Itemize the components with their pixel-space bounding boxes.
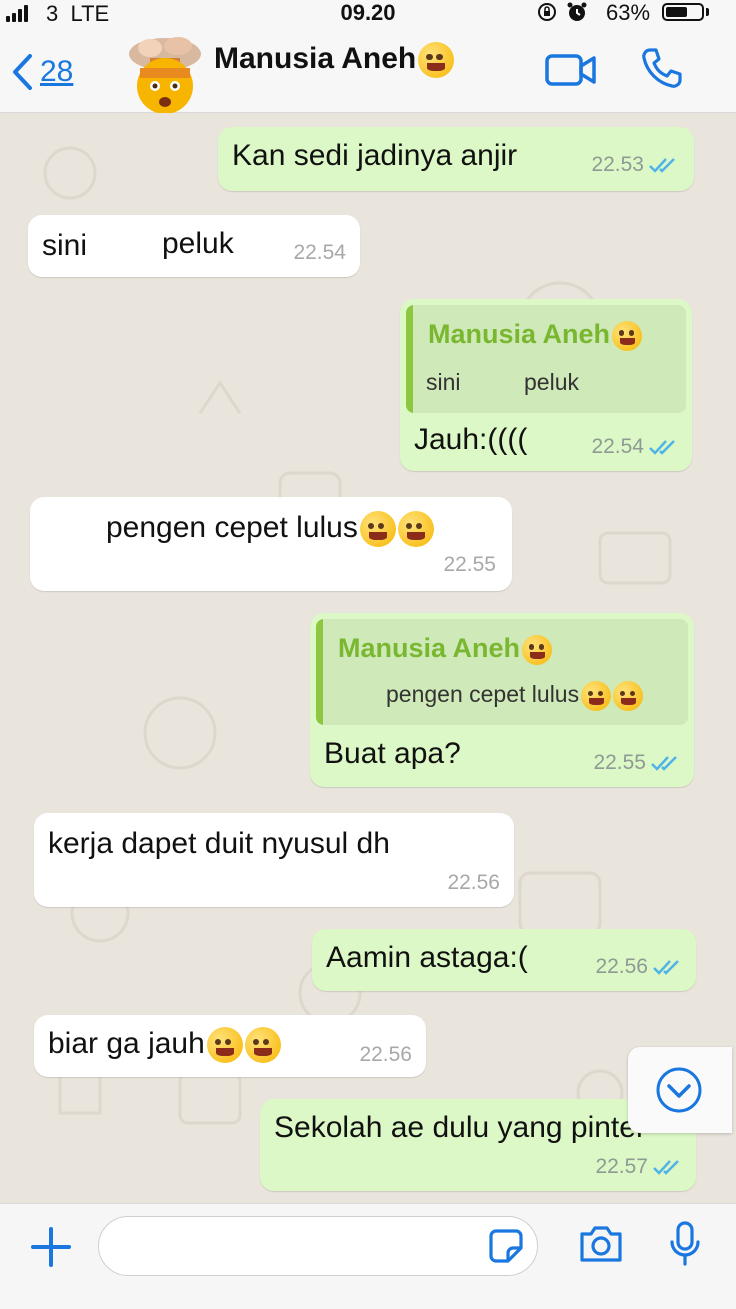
sticker-icon[interactable] [488, 1228, 524, 1264]
quoted-text: sini [426, 369, 461, 395]
scroll-down-icon [656, 1067, 702, 1113]
battery-icon [662, 3, 704, 21]
message-text: Jauh:(((( [414, 423, 528, 456]
chat-header: 28 Manusia Aneh [0, 28, 736, 114]
status-bar: 3 LTE 09.20 63% [0, 0, 736, 28]
double-check-icon [653, 960, 679, 976]
alarm-icon [567, 2, 587, 21]
crazy-face-emoji [418, 42, 455, 79]
quoted-text: peluk [524, 369, 579, 395]
message-incoming[interactable]: pengen cepet lulus 22.55 [30, 497, 512, 591]
message-text: sini [42, 229, 88, 262]
contact-name[interactable]: Manusia Aneh [214, 42, 455, 79]
message-text: peluk [162, 227, 234, 260]
message-incoming[interactable]: biar ga jauh 22.56 [34, 1015, 426, 1077]
message-text: Sekolah ae dulu yang pinter [274, 1111, 646, 1144]
rofl-emoji [359, 511, 396, 548]
message-outgoing-reply[interactable]: Manusia Aneh sini peluk Jauh:(((( 22.54 [400, 299, 692, 471]
message-time: 22.55 [593, 751, 682, 775]
message-incoming[interactable]: kerja dapet duit nyusul dh 22.56 [34, 813, 514, 907]
video-call-icon[interactable] [544, 50, 598, 90]
avatar-exploding-head[interactable] [120, 34, 210, 114]
message-time: 22.54 [293, 241, 346, 264]
crazy-face-emoji [612, 320, 643, 351]
battery-percent: 63% [606, 0, 651, 25]
input-bar [0, 1203, 736, 1284]
back-button[interactable]: 28 [10, 52, 73, 92]
scroll-to-bottom-button[interactable] [628, 1047, 732, 1133]
chat-area[interactable]: Kan sedi jadinya anjir 22.53 sini peluk … [0, 113, 736, 1203]
message-outgoing[interactable]: Kan sedi jadinya anjir 22.53 [218, 127, 694, 191]
quoted-message[interactable]: Manusia Aneh sini peluk [406, 305, 686, 413]
message-text: Buat apa? [324, 737, 461, 770]
message-outgoing-reply[interactable]: Manusia Aneh pengen cepet lulus Buat apa… [310, 613, 694, 787]
message-text: Kan sedi jadinya anjir [232, 139, 518, 172]
joy-emoji [613, 681, 644, 711]
message-text: pengen cepet lulus [106, 511, 434, 548]
message-outgoing[interactable]: Aamin astaga:( 22.56 [312, 929, 696, 991]
unread-count: 28 [40, 55, 74, 88]
joy-emoji [397, 511, 434, 548]
double-check-icon [649, 158, 675, 174]
microphone-icon[interactable] [668, 1220, 702, 1268]
message-time: 22.54 [591, 435, 680, 459]
message-text: biar ga jauh [48, 1027, 281, 1064]
crazy-face-emoji [522, 634, 553, 665]
phone-icon[interactable] [640, 46, 684, 90]
back-chevron-icon [13, 54, 32, 90]
rofl-emoji [581, 681, 612, 711]
message-time: 22.56 [447, 871, 500, 894]
message-time: 22.56 [595, 955, 684, 979]
quoted-text: pengen cepet lulus [386, 681, 644, 711]
double-check-icon [649, 440, 675, 456]
message-time: 22.57 [595, 1155, 684, 1179]
message-text: kerja dapet duit nyusul dh [48, 827, 390, 860]
rofl-emoji [206, 1027, 243, 1064]
message-text: Aamin astaga:( [326, 941, 528, 974]
message-time: 22.53 [591, 153, 680, 177]
message-incoming[interactable]: sini peluk 22.54 [28, 215, 360, 277]
quoted-sender: Manusia Aneh [338, 633, 553, 665]
message-time: 22.56 [359, 1043, 412, 1066]
message-time: 22.55 [443, 553, 496, 576]
quoted-message[interactable]: Manusia Aneh pengen cepet lulus [316, 619, 688, 725]
double-check-icon [653, 1160, 679, 1176]
quoted-sender: Manusia Aneh [428, 319, 643, 351]
camera-icon[interactable] [578, 1224, 624, 1264]
joy-emoji [244, 1027, 281, 1064]
message-input[interactable] [98, 1216, 538, 1276]
lock-rotation-icon [538, 3, 556, 21]
double-check-icon [651, 756, 677, 772]
plus-icon[interactable] [30, 1226, 72, 1268]
home-indicator-area [0, 1284, 736, 1309]
